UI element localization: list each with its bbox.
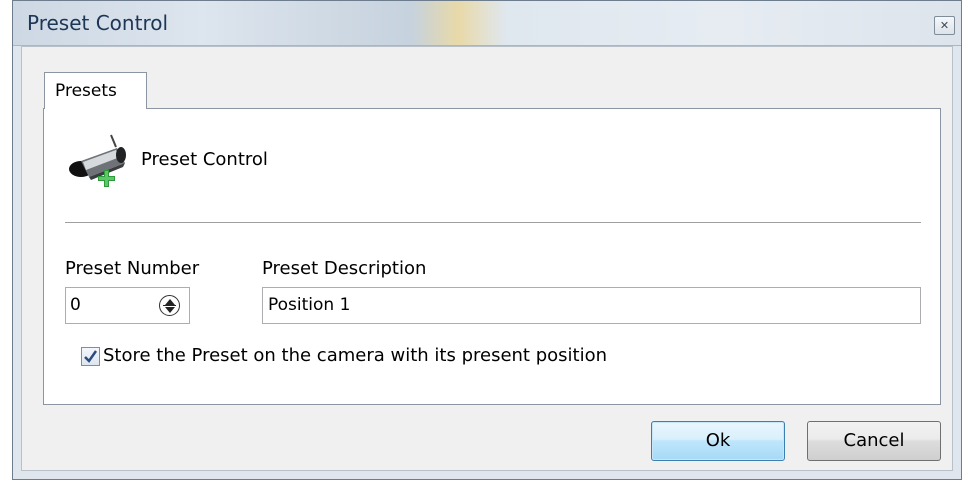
- preset-description-value: Position 1: [268, 295, 351, 315]
- preset-description-label: Preset Description: [262, 258, 427, 279]
- dialog-body: Presets Preset Control Preset Number Pre…: [21, 46, 953, 471]
- separator: [65, 222, 921, 223]
- ptz-camera-icon: [65, 130, 135, 190]
- preset-number-value: 0: [70, 295, 81, 315]
- stepper-up-down-icon[interactable]: [159, 295, 180, 316]
- preset-description-input[interactable]: Position 1: [262, 287, 921, 324]
- close-icon: ✕: [939, 19, 950, 32]
- tab-presets-label: Presets: [55, 81, 117, 101]
- store-preset-checkbox[interactable]: [81, 347, 100, 366]
- title-bar[interactable]: Preset Control ✕: [13, 1, 961, 46]
- preset-number-stepper[interactable]: 0: [65, 287, 190, 324]
- tab-presets[interactable]: Presets: [44, 72, 147, 109]
- cancel-button[interactable]: Cancel: [807, 421, 941, 461]
- checkmark-icon: [84, 350, 98, 363]
- header-label: Preset Control: [141, 149, 268, 170]
- presets-tab-panel: Preset Control Preset Number Preset Desc…: [43, 108, 941, 405]
- ok-button[interactable]: Ok: [651, 421, 785, 461]
- store-preset-checkbox-label: Store the Preset on the camera with its …: [103, 345, 608, 366]
- preset-number-label: Preset Number: [65, 258, 200, 279]
- window-title: Preset Control: [27, 11, 169, 35]
- close-button[interactable]: ✕: [934, 16, 955, 35]
- preset-control-dialog: Preset Control ✕ Presets Preset Control …: [12, 0, 962, 480]
